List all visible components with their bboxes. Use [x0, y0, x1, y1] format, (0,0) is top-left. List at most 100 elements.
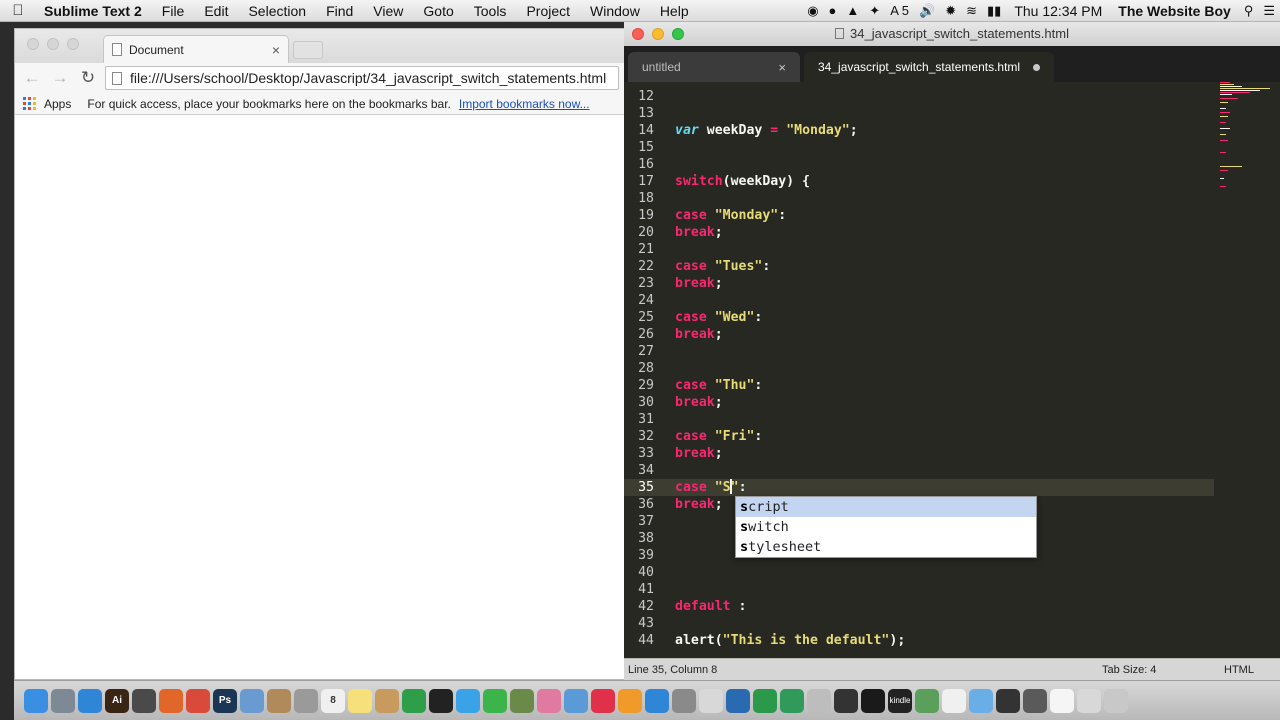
archive-icon[interactable] [267, 688, 291, 713]
menu-file[interactable]: File [152, 3, 195, 19]
new-tab-button[interactable] [293, 41, 323, 59]
menu-edit[interactable]: Edit [194, 3, 238, 19]
chrome-icon[interactable] [186, 688, 210, 713]
code-line[interactable]: 14 var weekDay = "Monday"; [624, 122, 1214, 139]
photo-icon[interactable] [510, 688, 534, 713]
address-bar[interactable]: file:///Users/school/Desktop/Javascript/… [105, 66, 619, 90]
launchpad-icon[interactable] [51, 688, 75, 713]
sublime-icon[interactable] [132, 688, 156, 713]
code-line[interactable]: 19 case "Monday": [624, 207, 1214, 224]
utility-icon[interactable] [807, 688, 831, 713]
minimize-window-button[interactable] [652, 28, 664, 40]
upload-icon[interactable]: ▲ [841, 3, 864, 18]
document-icon[interactable] [942, 688, 966, 713]
script-icon[interactable] [699, 688, 723, 713]
app-status-icon[interactable]: ✦ [864, 3, 885, 19]
autocomplete-item[interactable]: stylesheet [736, 537, 1036, 557]
close-window-button[interactable] [27, 38, 39, 50]
user-name[interactable]: The Website Boy [1110, 3, 1239, 19]
code-line[interactable]: 26 break; [624, 326, 1214, 343]
browser-tab[interactable]: Document × [103, 35, 289, 63]
preview-icon[interactable] [240, 688, 264, 713]
record-icon[interactable]: ◉ [802, 3, 823, 19]
illustrator-icon[interactable]: Ai [105, 688, 129, 713]
paper-icon[interactable] [1050, 688, 1074, 713]
code-line[interactable]: 13 [624, 105, 1214, 122]
code-line[interactable]: 28 [624, 360, 1214, 377]
menu-tools[interactable]: Tools [464, 3, 517, 19]
photoshop-icon[interactable]: Ps [213, 688, 237, 713]
code-line[interactable]: 33 break; [624, 445, 1214, 462]
code-line[interactable]: 12 [624, 88, 1214, 105]
github-icon[interactable] [834, 688, 858, 713]
tripadvisor-icon[interactable] [402, 688, 426, 713]
downloads-icon[interactable] [1077, 688, 1101, 713]
folder-icon[interactable] [969, 688, 993, 713]
monitor-icon[interactable] [996, 688, 1020, 713]
menu-selection[interactable]: Selection [238, 3, 316, 19]
code-editor[interactable]: 12 13 14 var weekDay = "Monday"; 15 16 17 switc… [624, 82, 1214, 662]
code-line[interactable]: 41 [624, 581, 1214, 598]
volume-icon[interactable]: 🔊 [914, 3, 940, 19]
code-line-current[interactable]: 35 case "S": [624, 479, 1214, 496]
apps-grid-icon[interactable] [23, 97, 36, 110]
menu-view[interactable]: View [363, 3, 413, 19]
menu-project[interactable]: Project [516, 3, 580, 19]
bluetooth-icon[interactable]: ✹ [940, 3, 961, 19]
spotlight-search-icon[interactable]: ⚲ [1239, 3, 1259, 19]
code-line[interactable]: 43 [624, 615, 1214, 632]
back-arrow-icon[interactable]: ← [21, 68, 43, 88]
autocomplete-item[interactable]: switch [736, 517, 1036, 537]
code-line[interactable]: 17 switch(weekDay) { [624, 173, 1214, 190]
menu-app-name[interactable]: Sublime Text 2 [36, 3, 152, 19]
terminal-icon[interactable] [429, 688, 453, 713]
menu-help[interactable]: Help [650, 3, 699, 19]
notification-center-icon[interactable]: ☰ [1258, 3, 1280, 19]
video-icon[interactable] [726, 688, 750, 713]
menu-window[interactable]: Window [580, 3, 650, 19]
zoom-window-button[interactable] [67, 38, 79, 50]
messages-icon[interactable] [456, 688, 480, 713]
vine-icon[interactable] [780, 688, 804, 713]
code-line[interactable]: 31 [624, 411, 1214, 428]
tab-untitled[interactable]: untitled × [628, 52, 800, 82]
code-line[interactable]: 16 [624, 156, 1214, 173]
minimap[interactable] [1218, 82, 1278, 202]
notes-icon[interactable] [348, 688, 372, 713]
appstore-icon[interactable] [645, 688, 669, 713]
code-line[interactable]: 42 default : [624, 598, 1214, 615]
code-line[interactable]: 29 case "Thu": [624, 377, 1214, 394]
code-line[interactable]: 24 [624, 292, 1214, 309]
close-tab-icon[interactable]: × [272, 42, 280, 58]
help-icon[interactable] [294, 688, 318, 713]
battery-icon[interactable]: ▮▮ [982, 3, 1006, 19]
code-line[interactable]: 25 case "Wed": [624, 309, 1214, 326]
photos-icon[interactable] [537, 688, 561, 713]
reload-icon[interactable]: ↻ [77, 68, 99, 88]
zoom-window-button[interactable] [672, 28, 684, 40]
finder-icon[interactable] [24, 688, 48, 713]
apple-icon[interactable]:  [0, 2, 36, 19]
code-line[interactable]: 22 case "Tues": [624, 258, 1214, 275]
code-line[interactable]: 32 case "Fri": [624, 428, 1214, 445]
minimize-window-button[interactable] [47, 38, 59, 50]
notification-bell-icon[interactable]: ● [824, 3, 842, 18]
apps-label[interactable]: Apps [44, 97, 71, 111]
code-line[interactable]: 21 [624, 241, 1214, 258]
calendar-icon[interactable]: 8 [321, 688, 345, 713]
ibooks-icon[interactable] [618, 688, 642, 713]
code-line[interactable]: 15 [624, 139, 1214, 156]
menu-find[interactable]: Find [316, 3, 363, 19]
trash-icon[interactable] [1104, 688, 1128, 713]
close-window-button[interactable] [632, 28, 644, 40]
code-line[interactable]: 40 [624, 564, 1214, 581]
preferences-icon[interactable] [672, 688, 696, 713]
bird-icon[interactable] [915, 688, 939, 713]
wifi-icon[interactable]: ≋ [961, 3, 982, 19]
facetime-icon[interactable] [483, 688, 507, 713]
code-line[interactable]: 20 break; [624, 224, 1214, 241]
import-bookmarks-link[interactable]: Import bookmarks now... [459, 97, 590, 111]
code-line[interactable]: 23 break; [624, 275, 1214, 292]
autocomplete-item[interactable]: script [736, 497, 1036, 517]
code-line[interactable]: 44 alert("This is the default"); [624, 632, 1214, 649]
